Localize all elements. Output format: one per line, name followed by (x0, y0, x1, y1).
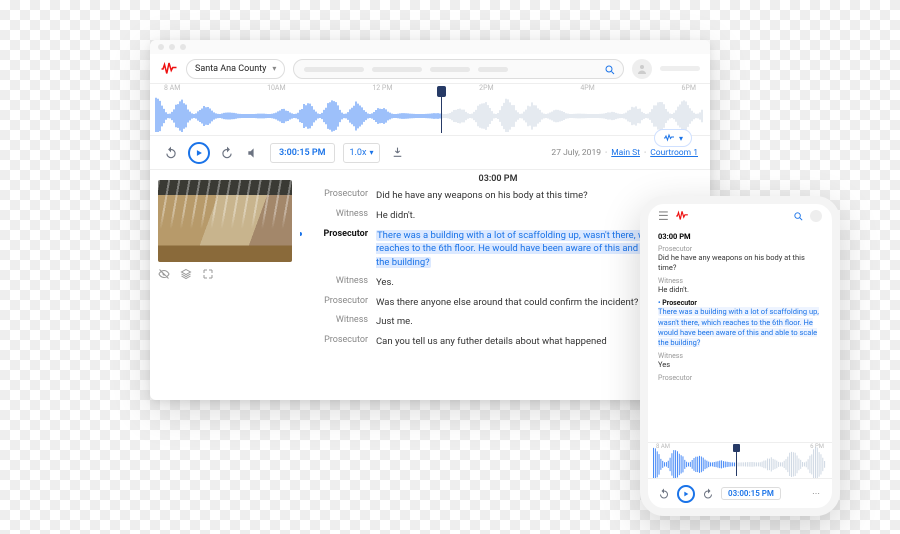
app-topbar: Santa Ana County ▾ (150, 54, 710, 84)
audio-timeline[interactable]: 8 AM 10AM 12 PM 2PM 4PM 6PM ▾ (150, 84, 710, 136)
transcript-line[interactable]: Prosecutor Was there anyone else around … (300, 296, 696, 310)
search-icon[interactable] (793, 211, 804, 222)
placeholder-skeleton (372, 67, 422, 72)
transcript-body: 03:00 PM Prosecutor Did he have any weap… (150, 170, 710, 400)
thumbnail-toolbar (158, 268, 292, 280)
transcript-line[interactable]: Witness Yes (658, 352, 822, 370)
playback-speed-dropdown[interactable]: 1.0x ▾ (343, 143, 381, 163)
search-input[interactable] (293, 59, 624, 79)
speaker-label: Prosecutor (300, 189, 368, 203)
volume-icon[interactable] (244, 144, 262, 162)
speaker-label: Prosecutor (300, 296, 368, 310)
speaker-label: Witness (300, 276, 368, 290)
window-control-dot[interactable] (158, 44, 164, 50)
speaker-label: Prosecutor (658, 299, 822, 307)
placeholder-skeleton (430, 67, 470, 72)
window-control-dot[interactable] (169, 44, 175, 50)
transcript-text: Did he have any weapons on his body at t… (658, 253, 822, 273)
speed-value: 1.0x (350, 148, 367, 158)
placeholder-skeleton (478, 67, 508, 72)
waveform-icon (150, 92, 710, 132)
play-button[interactable] (677, 485, 695, 503)
speaker-label: Prosecutor (658, 374, 822, 382)
location-dropdown-label: Santa Ana County (195, 64, 266, 74)
transcript-time-header: 03:00 PM (658, 232, 822, 241)
timeline-playhead[interactable] (736, 445, 737, 476)
layers-icon[interactable] (180, 268, 192, 280)
mobile-playback-controls: 03:00:15 PM ⋯ (648, 478, 832, 508)
speaker-label: Witness (658, 277, 822, 285)
waveform-filter-button[interactable]: ▾ (654, 129, 692, 147)
transcript-time-header: 03:00 PM (300, 174, 696, 184)
placeholder-skeleton (660, 66, 700, 71)
desktop-app-window: Santa Ana County ▾ 8 AM 10AM 12 PM 2PM 4… (150, 40, 710, 400)
eye-off-icon[interactable] (158, 268, 170, 280)
window-titlebar (150, 40, 710, 54)
window-control-dot[interactable] (180, 44, 186, 50)
mobile-app-frame: ☰ 03:00 PM Prosecutor Did he have any we… (640, 196, 840, 516)
playback-controls: 3:00:15 PM 1.0x ▾ 27 July, 2019 · Main S… (150, 136, 710, 170)
forward-icon[interactable] (702, 488, 714, 500)
expand-icon[interactable] (202, 268, 214, 280)
transcript-line-active[interactable]: Prosecutor There was a building with a l… (300, 229, 696, 270)
transcript-text: Yes (658, 360, 822, 370)
transcript-line[interactable]: Prosecutor Did he have any weapons on hi… (658, 245, 822, 273)
speaker-label: Prosecutor (300, 335, 368, 349)
transcript-line-active[interactable]: Prosecutor There was a building with a l… (658, 299, 822, 348)
transcript-line[interactable]: Witness Just me. (300, 315, 696, 329)
menu-icon[interactable]: ☰ (658, 209, 669, 223)
speaker-label: Witness (658, 352, 822, 360)
app-logo-icon (160, 60, 178, 78)
speaker-label: Witness (300, 209, 368, 223)
transcript-text: There was a building with a lot of scaff… (658, 307, 819, 346)
courtroom-video-thumbnail[interactable] (158, 180, 292, 262)
recording-date: 27 July, 2019 (551, 148, 601, 158)
transcript-line[interactable]: Prosecutor Can you tell us any futher de… (300, 335, 696, 349)
forward-icon[interactable] (218, 144, 236, 162)
video-thumbnail-column (150, 170, 300, 400)
play-button[interactable] (188, 142, 210, 164)
speaker-label: Witness (300, 315, 368, 329)
app-logo-icon (675, 209, 689, 223)
location-link[interactable]: Main St (611, 148, 640, 158)
timeline-playhead[interactable] (441, 88, 442, 133)
mobile-audio-timeline[interactable]: 8 AM 6 PM (648, 442, 832, 478)
more-icon[interactable]: ⋯ (812, 489, 822, 498)
speaker-label: Prosecutor (300, 229, 368, 270)
current-timestamp[interactable]: 3:00:15 PM (270, 143, 335, 163)
current-timestamp[interactable]: 03:00:15 PM (721, 487, 781, 500)
transcript-line[interactable]: Witness Yes. (300, 276, 696, 290)
transcript-line[interactable]: Witness He didn't. (658, 277, 822, 295)
rewind-icon[interactable] (658, 488, 670, 500)
chevron-down-icon: ▾ (369, 148, 373, 157)
mobile-transcript: 03:00 PM Prosecutor Did he have any weap… (648, 228, 832, 442)
transcript-text: He didn't. (658, 285, 822, 295)
download-icon[interactable] (388, 144, 406, 162)
mobile-topbar: ☰ (648, 204, 832, 228)
chevron-down-icon: ▾ (272, 64, 276, 73)
user-avatar-button[interactable] (632, 59, 652, 79)
chevron-down-icon: ▾ (679, 134, 683, 143)
user-avatar-button[interactable] (810, 210, 822, 222)
speaker-label: Prosecutor (658, 245, 822, 253)
transcript-line[interactable]: Prosecutor (658, 374, 822, 382)
search-icon[interactable] (603, 63, 617, 77)
placeholder-skeleton (304, 67, 364, 72)
transcript-line[interactable]: Witness He didn't. (300, 209, 696, 223)
recording-metadata: 27 July, 2019 · Main St · Courtroom 1 (551, 148, 698, 158)
courtroom-link[interactable]: Courtroom 1 (650, 148, 698, 158)
rewind-icon[interactable] (162, 144, 180, 162)
transcript-line[interactable]: Prosecutor Did he have any weapons on hi… (300, 189, 696, 203)
location-dropdown[interactable]: Santa Ana County ▾ (186, 59, 285, 79)
